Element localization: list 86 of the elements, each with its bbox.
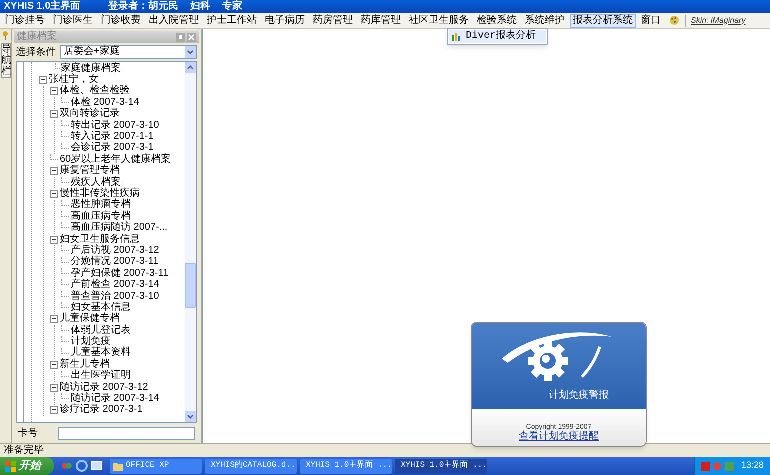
tree-item[interactable]: 60岁以上老年人健康档案	[60, 154, 172, 165]
tree-item[interactable]: 孕产妇保健 2007-3-11	[71, 268, 169, 279]
tree-item[interactable]: 转出记录 2007-3-10	[71, 120, 160, 131]
tree-item[interactable]: 张桂宁，女	[49, 75, 99, 86]
collapse-icon[interactable]	[50, 110, 58, 118]
tree-item[interactable]: 妇女基本信息	[71, 302, 131, 313]
taskbar-button[interactable]: XYHIS的CATALOG.d...	[205, 458, 297, 474]
tree-item[interactable]: 体弱儿登记表	[71, 326, 131, 336]
condition-label: 选择条件	[16, 46, 56, 60]
scrollbar[interactable]	[185, 62, 196, 422]
tree-item[interactable]: 高血压病专档	[71, 212, 131, 222]
role-label: 专家	[222, 2, 243, 12]
tree-item[interactable]: 转入记录 2007-1-1	[71, 132, 154, 142]
bar-chart-icon	[452, 32, 461, 41]
collapse-icon[interactable]	[50, 406, 58, 414]
reminder-link[interactable]: 查看计划免疫提醒	[519, 430, 599, 443]
tree-item[interactable]: 出生医学证明	[71, 371, 131, 382]
menu-item[interactable]: 门诊挂号	[2, 14, 48, 28]
condition-dropdown[interactable]: 居委会+家庭	[60, 45, 197, 59]
panel-header: 健康档案	[14, 31, 199, 43]
window-title: XYHIS 1.0主界面	[4, 2, 81, 12]
taskbar-button[interactable]: XYHIS 1.0主界面 ...	[395, 458, 487, 474]
menu-item[interactable]: 出入院管理	[146, 14, 202, 28]
taskbar-button[interactable]: OFFICE XP	[110, 458, 202, 474]
collapse-icon[interactable]	[50, 87, 58, 96]
windows-logo-icon	[5, 460, 16, 472]
splash-title: 计划免疫警报	[549, 388, 609, 403]
menu-item[interactable]: 社区卫生服务	[406, 14, 472, 28]
tree-item[interactable]: 儿童基本资料	[71, 348, 131, 358]
scroll-thumb[interactable]	[185, 263, 196, 308]
tree-item[interactable]: 随访记录 2007-3-12	[60, 382, 148, 393]
menu-item[interactable]: 检验系统	[474, 14, 520, 28]
tree-item[interactable]: 双向转诊记录	[60, 109, 120, 120]
tree-item[interactable]: 妇女卫生服务信息	[60, 234, 140, 245]
tree-item[interactable]: 诊疗记录 2007-3-1	[60, 405, 143, 416]
login-user: 登录者：胡元民	[108, 2, 179, 12]
card-number-label: 卡号	[18, 426, 39, 440]
tree-item[interactable]: 高血压病随访 2007-...	[71, 223, 168, 234]
collapse-icon[interactable]	[50, 384, 58, 392]
menu-item[interactable]: 药库管理	[358, 14, 404, 28]
tree-item[interactable]: 儿童保健专档	[60, 314, 120, 324]
collapse-icon[interactable]	[50, 190, 58, 198]
menu-item[interactable]: 报表分析系统	[570, 14, 636, 28]
collapse-icon[interactable]	[50, 236, 58, 244]
menu-item[interactable]: 系统维护	[522, 14, 568, 28]
close-icon[interactable]	[187, 32, 196, 42]
tree-item[interactable]: 康复管理专档	[60, 166, 120, 176]
tree-item[interactable]: 家庭健康档案	[61, 64, 121, 74]
scroll-up-icon[interactable]	[185, 62, 196, 73]
status-text: 准备完毕	[4, 444, 44, 458]
start-button[interactable]: 开始	[0, 457, 54, 475]
menu-item[interactable]: 门诊医生	[50, 14, 96, 28]
tree-item[interactable]: 普查普治 2007-3-10	[71, 292, 160, 302]
folder-icon	[113, 462, 123, 470]
tree-item[interactable]: 产前检查 2007-3-14	[71, 280, 160, 290]
menu-item[interactable]: 电子病历	[262, 14, 308, 28]
dropdown-item[interactable]: Diver报表分析	[449, 30, 546, 43]
palette-icon[interactable]	[669, 15, 680, 26]
collapse-icon[interactable]	[50, 315, 58, 324]
scroll-down-icon[interactable]	[185, 411, 196, 422]
browser-icon[interactable]	[76, 460, 88, 472]
tree-item[interactable]: 恶性肿瘤专档	[71, 200, 131, 210]
taskbar-button[interactable]: XYHIS 1.0主界面 ...	[300, 458, 392, 474]
menu-item[interactable]: 药房管理	[310, 14, 356, 28]
tree-item[interactable]: 产后访视 2007-3-12	[71, 246, 160, 256]
menu-item[interactable]: 门诊收费	[98, 14, 144, 28]
tree-item[interactable]: 残疾人档案	[71, 178, 121, 188]
desktop-icon[interactable]	[91, 460, 103, 472]
collapse-icon[interactable]	[50, 360, 58, 369]
clock: 13:28	[741, 459, 764, 472]
navigation-tab[interactable]: 导航栏	[0, 43, 10, 78]
tree-item[interactable]: 会诊记录 2007-3-1	[71, 143, 154, 154]
menu-item[interactable]: 窗口	[638, 14, 664, 28]
tree-item[interactable]: 计划免疫	[71, 337, 111, 348]
tree-item[interactable]: 新生儿专档	[60, 360, 110, 370]
tree-item[interactable]: 体检、检查检验	[60, 86, 130, 96]
tree-item[interactable]: 随访记录 2007-3-14	[71, 394, 160, 404]
department-label: 妇科	[190, 2, 211, 12]
menu-item[interactable]: 护士工作站	[204, 14, 260, 28]
skin-link[interactable]: Skin: iMaginary	[691, 14, 746, 26]
tree-item[interactable]: 慢性非传染性疾病	[60, 188, 140, 199]
collapse-icon[interactable]	[50, 167, 58, 176]
collapse-icon[interactable]	[39, 76, 47, 84]
tree-item[interactable]: 分娩情况 2007-3-11	[71, 257, 159, 268]
card-number-field[interactable]	[58, 426, 195, 440]
tree-item[interactable]: 体检 2007-3-14	[71, 98, 140, 108]
